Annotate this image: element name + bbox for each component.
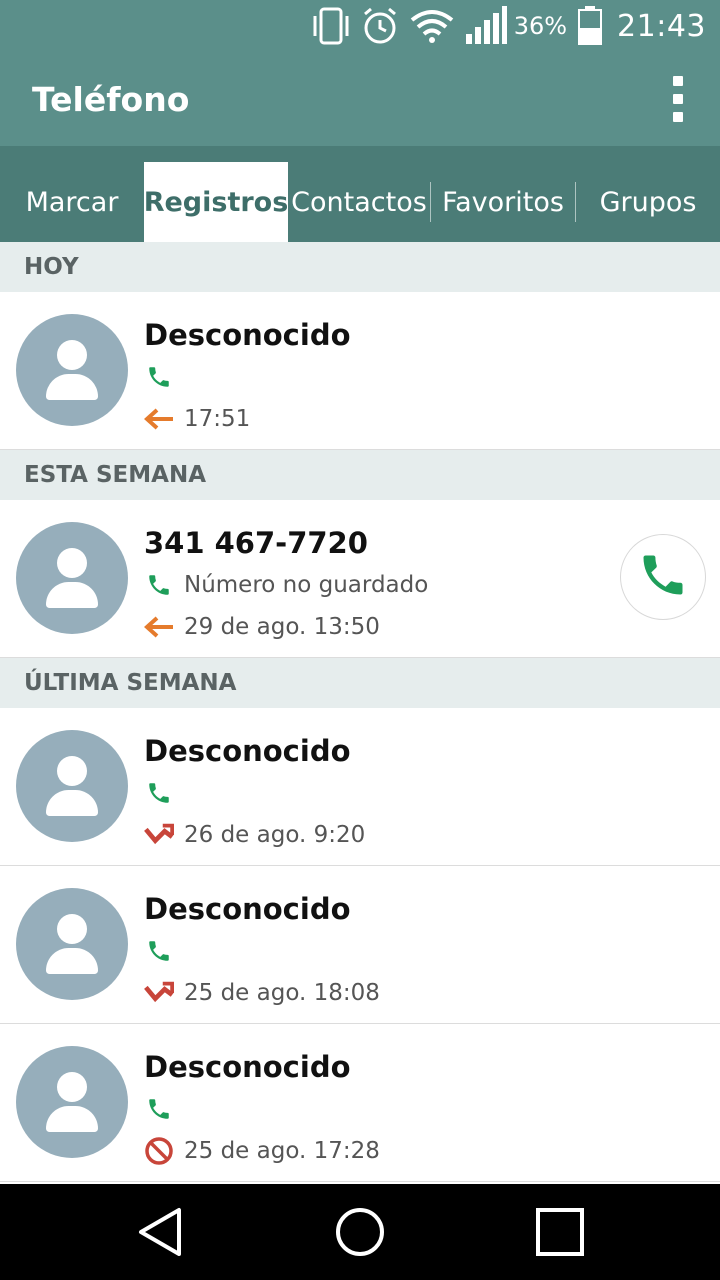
- signal-icon: [464, 6, 508, 46]
- section-header-hoy: HOY: [0, 242, 720, 292]
- status-bar: 36% 21:43: [0, 0, 720, 52]
- tab-registros[interactable]: Registros: [144, 162, 288, 242]
- avatar[interactable]: [16, 1046, 128, 1158]
- tab-marcar[interactable]: Marcar: [0, 162, 144, 242]
- navigation-bar: [0, 1184, 720, 1280]
- avatar[interactable]: [16, 314, 128, 426]
- call-log-entry[interactable]: Desconocido 25 de ago. 18:08: [0, 866, 720, 1024]
- number-status: Número no guardado: [184, 572, 429, 598]
- phone-screen: 36% 21:43 Teléfono Marcar Registros Cont…: [0, 0, 720, 1280]
- caller-name: Desconocido: [144, 892, 351, 926]
- phone-icon: [144, 778, 174, 808]
- phone-icon: [144, 570, 174, 600]
- tab-label: Grupos: [599, 186, 697, 218]
- call-time: 17:51: [184, 406, 251, 432]
- avatar[interactable]: [16, 730, 128, 842]
- recents-icon[interactable]: [520, 1192, 600, 1272]
- phone-icon: [637, 549, 689, 605]
- call-time: 25 de ago. 18:08: [184, 980, 380, 1006]
- call-log-entry[interactable]: Desconocido 26 de ago. 9:20: [0, 708, 720, 866]
- caller-number: 341 467-7720: [144, 526, 368, 560]
- caller-name: Desconocido: [144, 1050, 351, 1084]
- back-icon[interactable]: [120, 1192, 200, 1272]
- tab-label: Marcar: [25, 186, 119, 218]
- phone-icon: [144, 1094, 174, 1124]
- battery-percent: 36%: [513, 12, 568, 40]
- status-clock: 21:43: [617, 8, 706, 44]
- avatar[interactable]: [16, 522, 128, 634]
- alarm-icon: [360, 6, 400, 46]
- section-header-ultima-semana: ÚLTIMA SEMANA: [0, 658, 720, 708]
- rejected-call-icon: [144, 1136, 174, 1166]
- avatar[interactable]: [16, 888, 128, 1000]
- caller-name: Desconocido: [144, 734, 351, 768]
- call-back-button[interactable]: [620, 534, 706, 620]
- call-log-list[interactable]: HOY Desconocido 17:51 ESTA SEMANA 341 46…: [0, 242, 720, 1184]
- tab-contactos[interactable]: Contactos: [288, 162, 430, 242]
- call-log-entry[interactable]: Desconocido 25 de ago. 17:28: [0, 1024, 720, 1182]
- call-time: 29 de ago. 13:50: [184, 614, 380, 640]
- call-time: 26 de ago. 9:20: [184, 822, 366, 848]
- section-header-esta-semana: ESTA SEMANA: [0, 450, 720, 500]
- tab-grupos[interactable]: Grupos: [576, 162, 720, 242]
- missed-call-icon: [144, 978, 174, 1008]
- phone-icon: [144, 936, 174, 966]
- tab-label: Registros: [144, 186, 288, 218]
- call-log-entry[interactable]: Desconocido 17:51: [0, 292, 720, 450]
- tab-label: Favoritos: [442, 186, 564, 218]
- outgoing-call-arrow-icon: [144, 612, 174, 642]
- battery-icon: [577, 6, 603, 46]
- app-title: Teléfono: [32, 79, 190, 119]
- tab-label: Contactos: [291, 186, 427, 218]
- phone-icon: [144, 362, 174, 392]
- tab-favoritos[interactable]: Favoritos: [431, 162, 575, 242]
- call-time: 25 de ago. 17:28: [184, 1138, 380, 1164]
- caller-name: Desconocido: [144, 318, 351, 352]
- app-bar: Teléfono: [0, 52, 720, 146]
- call-log-entry[interactable]: 341 467-7720 Número no guardado 29 de ag…: [0, 500, 720, 658]
- wifi-icon: [410, 8, 454, 44]
- vibrate-icon: [312, 6, 350, 46]
- outgoing-call-arrow-icon: [144, 404, 174, 434]
- more-vert-icon[interactable]: [666, 76, 690, 122]
- tab-bar: Marcar Registros Contactos Favoritos Gru…: [0, 146, 720, 242]
- missed-call-icon: [144, 820, 174, 850]
- home-icon[interactable]: [320, 1192, 400, 1272]
